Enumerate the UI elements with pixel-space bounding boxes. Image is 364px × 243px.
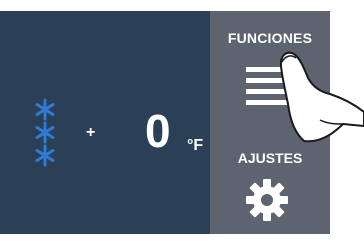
- functions-label: FUNCIONES: [227, 30, 313, 46]
- settings-label: AJUSTES: [237, 150, 303, 166]
- gear-icon: [246, 179, 288, 221]
- snowflake-icon: [35, 98, 55, 121]
- settings-button[interactable]: [245, 178, 289, 222]
- temperature-sign: +: [86, 124, 96, 141]
- temperature-unit: °F: [187, 137, 204, 154]
- menu-icon-line: [246, 78, 288, 83]
- menu-icon-line: [246, 100, 288, 105]
- snowflake-icon: [35, 144, 55, 167]
- freeze-mode-indicator: [34, 98, 56, 168]
- menu-icon: [246, 67, 288, 72]
- snowflake-icon: [35, 121, 55, 144]
- side-menu-panel: FUNCIONES AJUSTES: [210, 11, 330, 234]
- temperature-value: 0: [145, 105, 171, 157]
- menu-icon-line: [246, 89, 288, 94]
- control-display: + 0 °F FUNCIONES AJUSTES: [0, 11, 330, 234]
- functions-menu-button[interactable]: [246, 67, 292, 117]
